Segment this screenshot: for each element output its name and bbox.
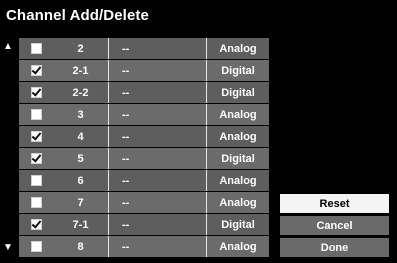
page-title: Channel Add/Delete [6, 7, 149, 24]
checkbox-checked[interactable] [30, 219, 42, 230]
checkbox-unchecked[interactable] [30, 197, 42, 208]
channel-name: -- [122, 86, 130, 99]
channel-checkbox-cell[interactable] [19, 170, 53, 191]
channel-type: Digital [221, 218, 255, 231]
channel-name: -- [122, 130, 130, 143]
checkbox-checked[interactable] [30, 153, 42, 164]
channel-checkbox-cell[interactable] [19, 38, 53, 59]
channel-name: -- [122, 64, 130, 77]
channel-row[interactable]: 8 -- Analog [19, 236, 269, 257]
channel-row[interactable]: 2-2 -- Digital [19, 82, 269, 103]
checkbox-unchecked[interactable] [30, 175, 42, 186]
channel-row[interactable]: 2 -- Analog [19, 38, 269, 59]
channel-type: Analog [219, 240, 257, 253]
channel-number: 6 [77, 174, 84, 187]
channel-type: Analog [219, 108, 257, 121]
channel-name: -- [122, 108, 130, 121]
channel-number: 3 [77, 108, 84, 121]
channel-row[interactable]: 3 -- Analog [19, 104, 269, 125]
channel-number: 2 [77, 42, 84, 55]
channel-type: Analog [219, 174, 257, 187]
channel-checkbox-cell[interactable] [19, 214, 53, 235]
channel-name: -- [122, 42, 130, 55]
channel-type: Digital [221, 64, 255, 77]
channel-type: Analog [219, 42, 257, 55]
channel-name: -- [122, 152, 130, 165]
channel-row[interactable]: 5 -- Digital [19, 148, 269, 169]
reset-button[interactable]: Reset [280, 194, 389, 213]
channel-number: 2-2 [72, 86, 89, 99]
channel-number: 7-1 [72, 218, 89, 231]
channel-name: -- [122, 196, 130, 209]
done-button[interactable]: Done [280, 238, 389, 257]
channel-row[interactable]: 7 -- Analog [19, 192, 269, 213]
channel-number: 4 [77, 130, 84, 143]
channel-checkbox-cell[interactable] [19, 104, 53, 125]
channel-checkbox-cell[interactable] [19, 126, 53, 147]
scroll-up-icon[interactable]: ▲ [3, 42, 13, 52]
channel-checkbox-cell[interactable] [19, 82, 53, 103]
cancel-button[interactable]: Cancel [280, 216, 389, 235]
scroll-down-icon[interactable]: ▼ [3, 243, 13, 253]
channel-row[interactable]: 4 -- Analog [19, 126, 269, 147]
channel-checkbox-cell[interactable] [19, 236, 53, 257]
checkbox-unchecked[interactable] [30, 109, 42, 120]
channel-type: Digital [221, 86, 255, 99]
channel-add-delete-screen: Channel Add/Delete ▲ ▼ 2 -- Analog 2-1 -- Dig… [0, 0, 397, 263]
channel-number: 5 [77, 152, 84, 165]
channel-row[interactable]: 7-1 -- Digital [19, 214, 269, 235]
channel-checkbox-cell[interactable] [19, 192, 53, 213]
checkbox-checked[interactable] [30, 131, 42, 142]
channel-type: Analog [219, 196, 257, 209]
checkbox-unchecked[interactable] [30, 43, 42, 54]
channel-name: -- [122, 240, 130, 253]
channel-name: -- [122, 218, 130, 231]
channel-type: Analog [219, 130, 257, 143]
channel-row[interactable]: 6 -- Analog [19, 170, 269, 191]
channel-number: 7 [77, 196, 84, 209]
channel-number: 8 [77, 240, 84, 253]
checkbox-checked[interactable] [30, 87, 42, 98]
channel-type: Digital [221, 152, 255, 165]
channel-number: 2-1 [72, 64, 89, 77]
channel-checkbox-cell[interactable] [19, 60, 53, 81]
channel-row[interactable]: 2-1 -- Digital [19, 60, 269, 81]
channel-checkbox-cell[interactable] [19, 148, 53, 169]
checkbox-checked[interactable] [30, 65, 42, 76]
checkbox-unchecked[interactable] [30, 241, 42, 252]
channel-name: -- [122, 174, 130, 187]
